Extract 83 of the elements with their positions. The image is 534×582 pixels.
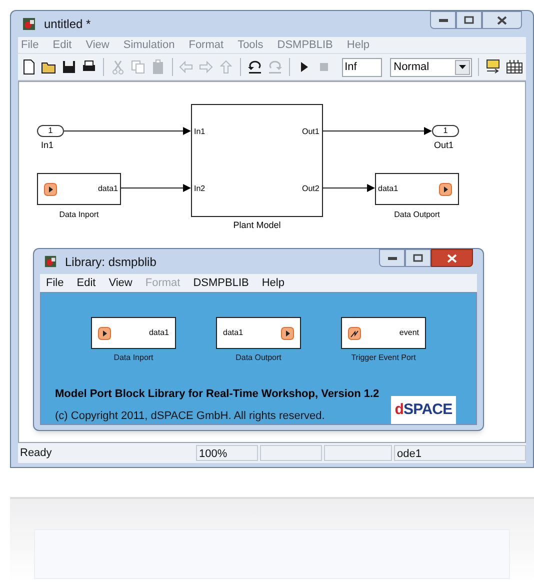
port-label: data1 [223, 327, 244, 339]
port-label: data1 [378, 183, 400, 195]
subsystem-block[interactable] [191, 104, 323, 217]
port-label: In2 [194, 183, 206, 195]
block-label: Plant Model [232, 219, 282, 232]
minimize-icon [388, 256, 396, 260]
block-label: Data Outport [393, 209, 441, 221]
port-label: Out1 [302, 126, 320, 138]
menu-item[interactable]: Tools [238, 36, 264, 54]
menu-item[interactable]: View [86, 36, 110, 54]
library-block[interactable]: data1 [216, 317, 301, 349]
grid-icon [506, 59, 523, 75]
maximize-button[interactable] [456, 11, 482, 29]
close-button[interactable] [482, 11, 522, 29]
minimize-icon [438, 18, 448, 22]
copyright-text: (c) Copyright 2011, dSPACE GmbH. All rights reserved. [55, 408, 326, 424]
app-icon [22, 17, 36, 31]
menu-item[interactable]: File [46, 274, 64, 292]
menu-item[interactable]: Format [188, 36, 224, 54]
menu-item[interactable]: Help [346, 36, 370, 54]
port-icon [439, 182, 452, 196]
menu-item[interactable]: Edit [52, 36, 72, 54]
status-pane [260, 445, 322, 461]
scissors-icon [110, 59, 126, 75]
library-block[interactable]: data1 [91, 317, 176, 349]
restore-icon [464, 16, 474, 24]
port-label: data1 [96, 183, 118, 195]
up-arrow-icon [218, 59, 234, 75]
port-label: data1 [148, 327, 169, 339]
left-arrow-icon [178, 59, 194, 75]
signal-line [120, 184, 191, 192]
maximize-button[interactable] [405, 249, 431, 267]
library-heading: Model Port Block Library for Real-Time Workshop, Version 1.2 [55, 387, 380, 402]
block-label: Data Inport [114, 352, 154, 364]
close-icon [447, 254, 457, 262]
close-icon [497, 16, 507, 24]
menu-item[interactable]: Help [262, 274, 284, 292]
library-browser-icon [484, 59, 502, 75]
menu-item[interactable]: DSMPBLIB [277, 36, 333, 54]
close-button[interactable] [431, 249, 473, 267]
redo-icon [266, 59, 283, 75]
block-label: Data Outport [236, 352, 282, 364]
signal-line [322, 184, 375, 192]
minimize-button[interactable] [379, 249, 405, 267]
port-label: event [398, 327, 419, 339]
menu-item[interactable]: View [108, 274, 132, 292]
zoom-level: 100% [196, 445, 258, 461]
port-icon [281, 326, 294, 340]
right-arrow-icon [198, 59, 214, 75]
toolbar-button[interactable] [21, 57, 37, 77]
block-label: Out1 [434, 139, 454, 152]
block-label: In1 [41, 139, 54, 152]
window-title: untitled * [44, 16, 91, 33]
minimize-button[interactable] [430, 11, 456, 29]
menu-item[interactable]: Edit [76, 274, 96, 292]
inport-block[interactable]: 1 [37, 125, 64, 137]
port-icon [44, 182, 57, 196]
port-label: Out2 [302, 183, 320, 195]
undo-icon [246, 59, 263, 75]
mode-dropdown[interactable]: Normal [390, 58, 472, 76]
port-block[interactable]: data1 [37, 173, 121, 205]
status-pane [324, 445, 392, 461]
new-file-icon [21, 59, 37, 75]
menu-item[interactable]: DSMPBLIB [193, 274, 249, 292]
stop-time-field[interactable]: Inf [342, 58, 382, 76]
port-label: In1 [194, 126, 206, 138]
port-block[interactable]: data1 [375, 173, 459, 205]
block-label: Trigger Event Port [351, 352, 416, 364]
solver-name: ode1 [394, 445, 526, 461]
outport-block[interactable]: 1 [432, 125, 459, 137]
company-logo: dSPACE [391, 396, 456, 424]
restore-icon [413, 254, 423, 262]
app-icon [44, 255, 57, 268]
port-icon [98, 326, 111, 340]
menu-item[interactable]: Simulation [123, 36, 175, 54]
menu-item[interactable]: File [21, 36, 39, 54]
trigger-icon [348, 326, 361, 340]
copy-icon [130, 59, 146, 75]
library-block[interactable]: event [341, 317, 426, 349]
block-label: Data Inport [58, 209, 100, 221]
caret-icon [459, 65, 466, 69]
window-title: Library: dsmpblib [65, 254, 156, 271]
status-text: Ready [19, 446, 53, 461]
